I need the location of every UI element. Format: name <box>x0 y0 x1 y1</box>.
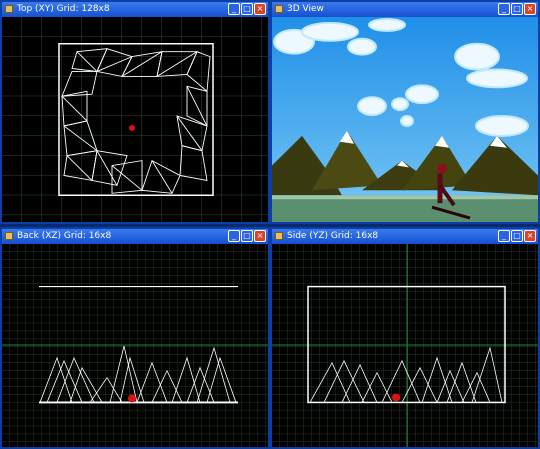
back-view-window[interactable]: Back (XZ) Grid: 16x8 _ □ × <box>0 227 270 449</box>
maximize-button[interactable]: □ <box>511 3 523 15</box>
maximize-button[interactable]: □ <box>241 3 253 15</box>
side-view-titlebar[interactable]: Side (YZ) Grid: 16x8 _ □ × <box>272 229 538 244</box>
window-icon <box>5 232 13 240</box>
minimize-button[interactable]: _ <box>228 3 240 15</box>
ground <box>272 195 538 222</box>
side-view-title: Side (YZ) Grid: 16x8 <box>287 231 379 241</box>
maximize-button[interactable]: □ <box>511 230 523 242</box>
top-view-canvas[interactable] <box>2 17 268 222</box>
maximize-button[interactable]: □ <box>241 230 253 242</box>
close-button[interactable]: × <box>524 230 536 242</box>
side-view-window[interactable]: Side (YZ) Grid: 16x8 _ □ × <box>270 227 540 449</box>
close-button[interactable]: × <box>254 230 266 242</box>
window-icon <box>5 5 13 13</box>
3d-view-window[interactable]: 3D View _ □ × <box>270 0 540 224</box>
3d-view-title: 3D View <box>287 4 324 14</box>
clouds <box>273 17 529 137</box>
3d-view-canvas[interactable] <box>272 17 538 222</box>
player-marker[interactable] <box>128 394 136 403</box>
minimize-button[interactable]: _ <box>498 230 510 242</box>
back-view-title: Back (XZ) Grid: 16x8 <box>17 231 112 241</box>
minimize-button[interactable]: _ <box>498 3 510 15</box>
3d-view-titlebar[interactable]: 3D View _ □ × <box>272 2 538 17</box>
player-marker[interactable] <box>392 393 400 402</box>
window-icon <box>275 232 283 240</box>
close-button[interactable]: × <box>254 3 266 15</box>
side-view-canvas[interactable] <box>272 244 538 447</box>
top-view-titlebar[interactable]: Top (XY) Grid: 128x8 _ □ × <box>2 2 268 17</box>
player-marker[interactable] <box>129 124 135 131</box>
minimize-button[interactable]: _ <box>228 230 240 242</box>
back-view-titlebar[interactable]: Back (XZ) Grid: 16x8 _ □ × <box>2 229 268 244</box>
top-view-window[interactable]: Top (XY) Grid: 128x8 _ □ × <box>0 0 270 224</box>
window-icon <box>275 5 283 13</box>
mountains <box>272 130 538 196</box>
top-view-title: Top (XY) Grid: 128x8 <box>17 4 110 14</box>
back-view-canvas[interactable] <box>2 244 268 447</box>
close-button[interactable]: × <box>524 3 536 15</box>
